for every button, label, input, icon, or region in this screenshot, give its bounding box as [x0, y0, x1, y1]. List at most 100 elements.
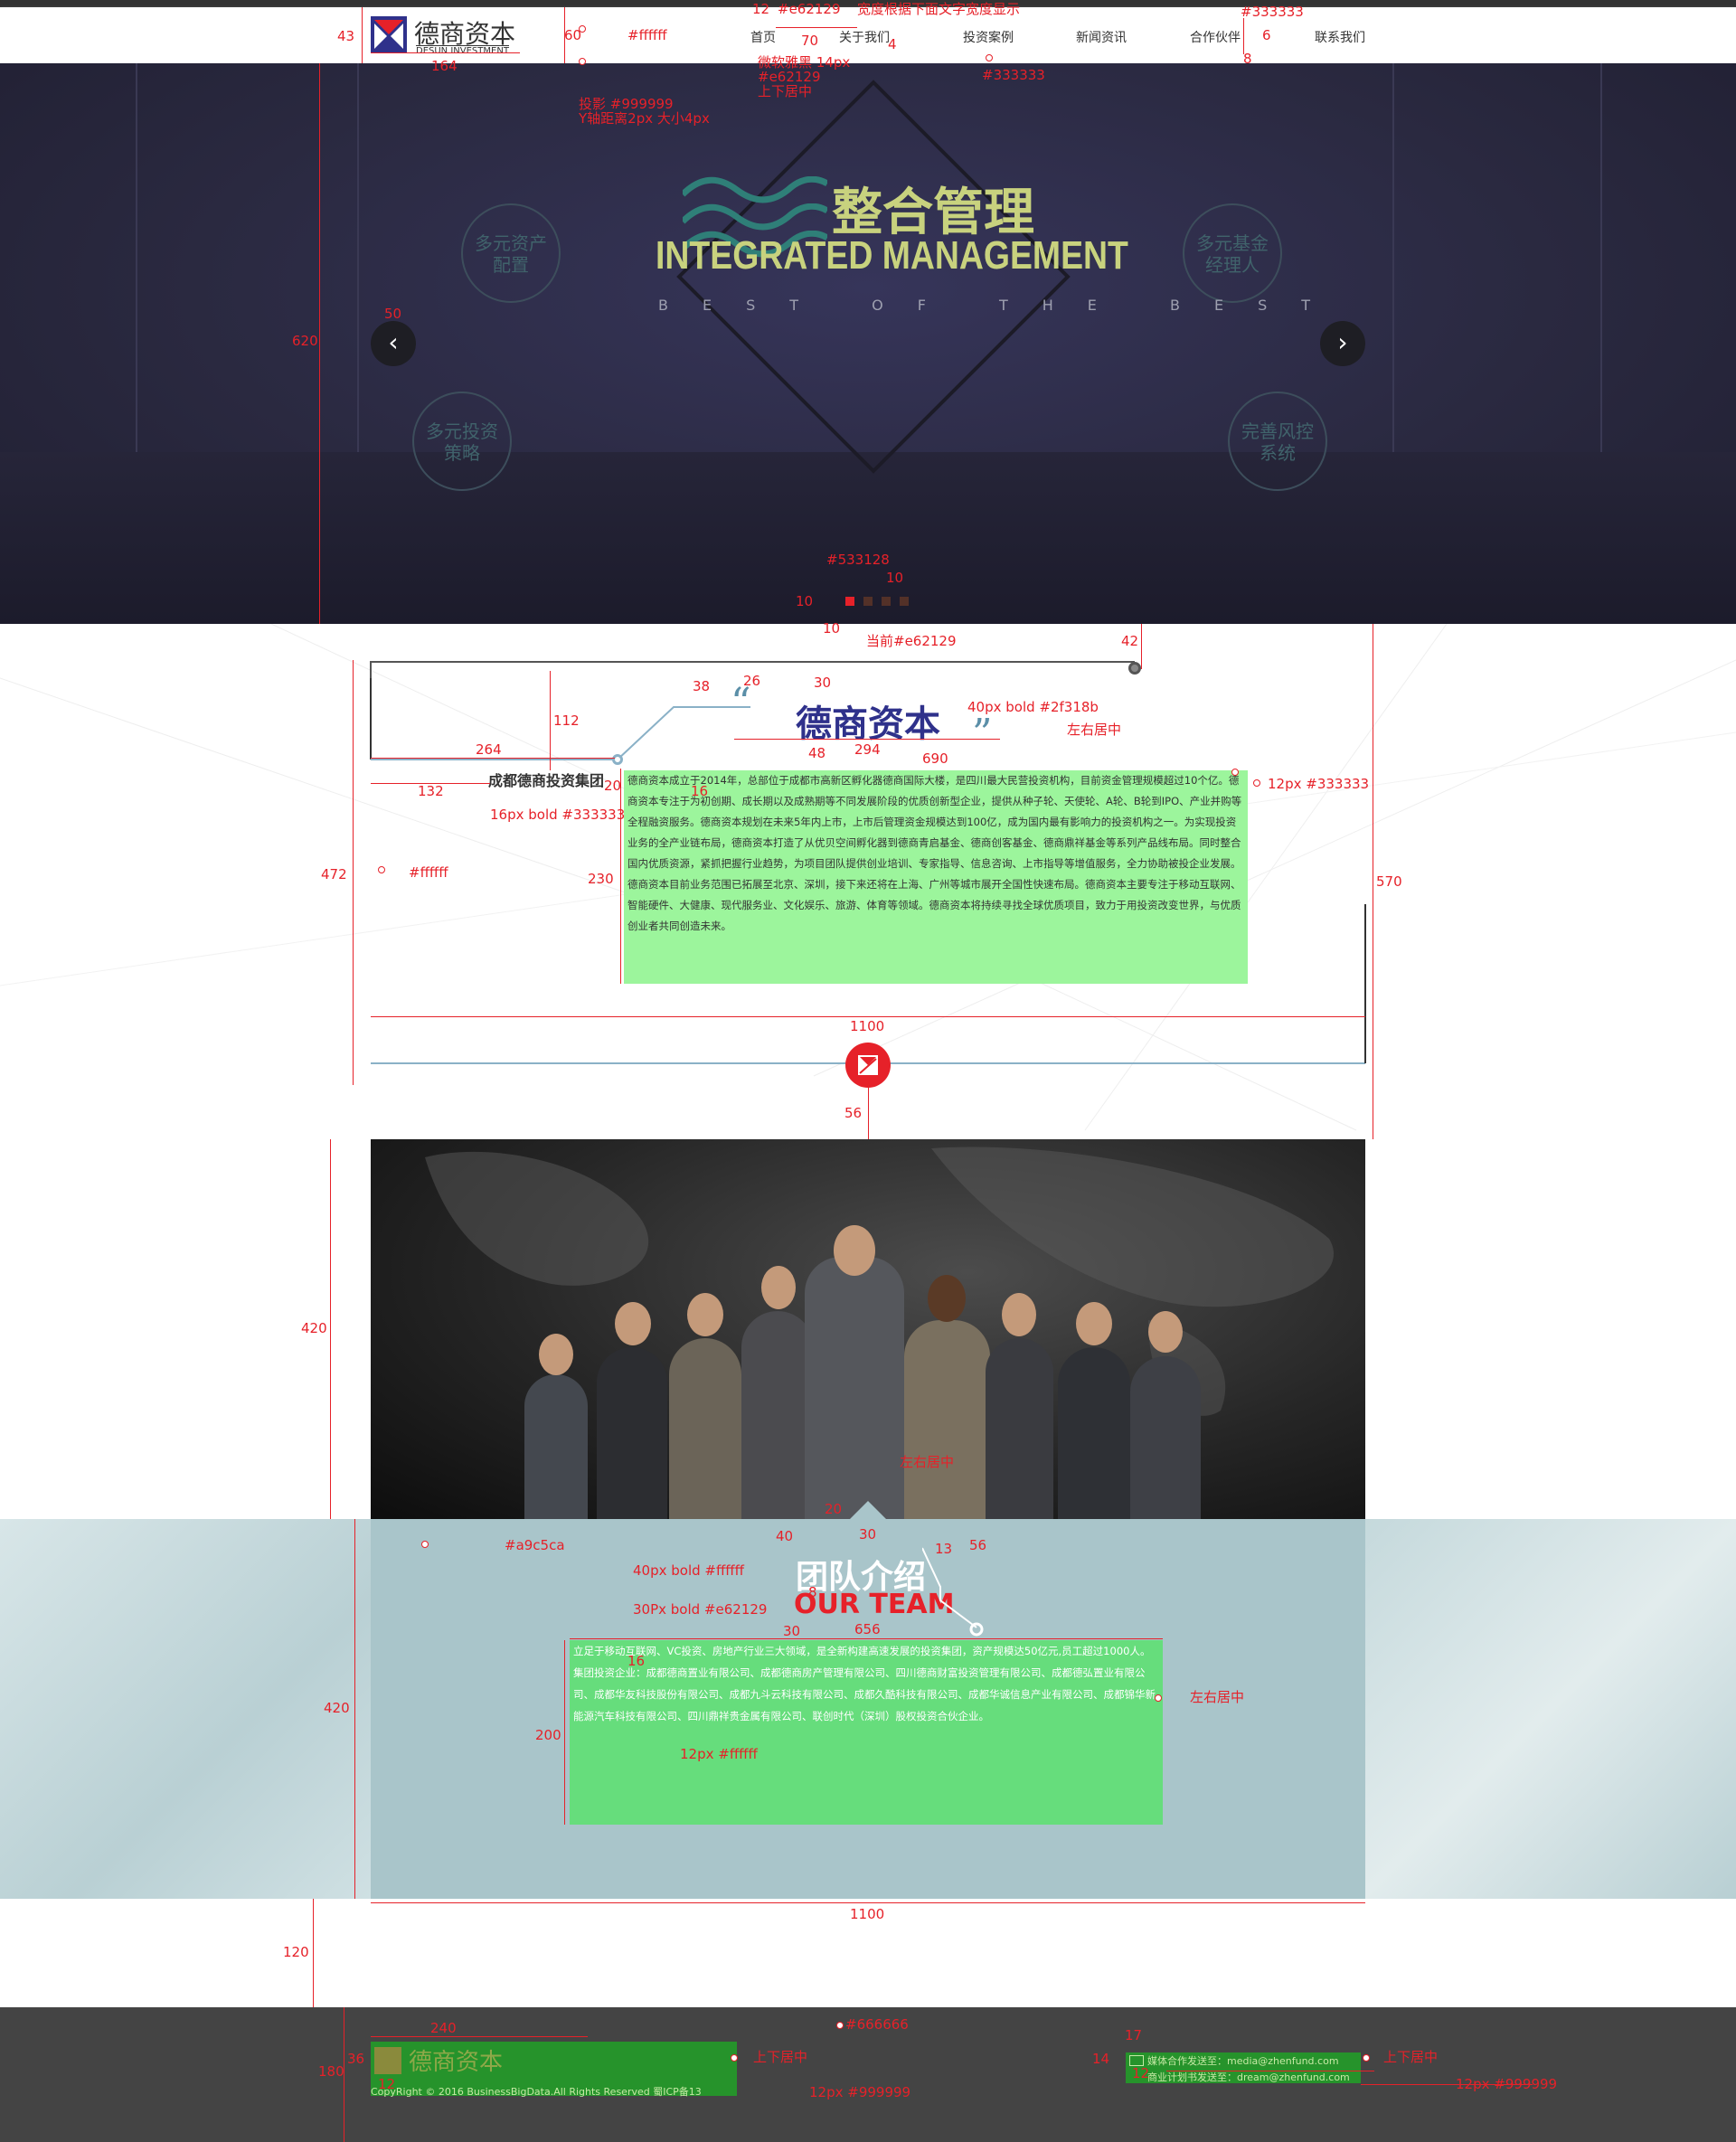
annotation: 1100	[850, 1018, 885, 1034]
annotation: 620	[292, 333, 318, 349]
annotation: 宽度根据下面文字宽度显示	[857, 1, 1021, 17]
carousel-next-button[interactable]: ›	[1320, 321, 1365, 366]
annotation: 左右居中	[1190, 1689, 1245, 1705]
team-member	[904, 1320, 990, 1519]
annotation: #ffffff	[627, 27, 667, 43]
guide-line	[620, 769, 621, 984]
annotation: 43	[337, 28, 355, 44]
team-photo	[371, 1139, 1365, 1519]
close-quote-icon: ”	[972, 711, 993, 757]
annotation: 12px #ffffff	[680, 1746, 758, 1762]
annotation: 17	[1125, 2027, 1143, 2043]
annotation: 180	[318, 2063, 344, 2080]
footer-contact: 媒体合作发送至：media@zhenfund.com 商业计划书发送至：drea…	[1126, 2052, 1361, 2083]
annotation: #ffffff	[409, 864, 448, 881]
guide-line	[1243, 18, 1244, 54]
annotation: 12px #333333	[1268, 776, 1370, 792]
intro-body: 德商资本成立于2014年，总部位于成都市高新区孵化器德商国际大楼，是四川最大民营…	[624, 770, 1248, 984]
annotation: 上下居中	[1383, 2049, 1439, 2065]
annotation: 230	[588, 871, 614, 887]
annotation: 36	[347, 2051, 365, 2067]
annotation: 30	[783, 1623, 801, 1639]
banner-circle: 多元基金 经理人	[1183, 203, 1282, 303]
annotation: 上下居中	[758, 83, 813, 99]
annotation: 132	[418, 783, 444, 799]
nav-partners[interactable]: 合作伙伴	[1190, 28, 1241, 46]
guide-line	[330, 1139, 331, 1519]
team-member-head	[615, 1302, 651, 1345]
annotation: 690	[922, 750, 948, 767]
annotation: 8	[808, 1584, 817, 1600]
nav-cases[interactable]: 投资案例	[963, 28, 1014, 46]
annotation: 40px bold #2f318b	[967, 699, 1099, 715]
guide-line	[570, 1638, 1163, 1639]
annotation: 10	[886, 570, 904, 586]
annotation: 左右居中	[900, 1454, 955, 1470]
carousel-dot[interactable]	[900, 597, 909, 606]
nav-news[interactable]: 新闻资讯	[1076, 28, 1127, 46]
team-member	[1058, 1347, 1130, 1519]
annotation: 16px bold #333333	[490, 807, 626, 823]
team-member-head	[928, 1275, 966, 1322]
nav-about[interactable]: 关于我们	[839, 28, 890, 46]
annotation: 40px bold #ffffff	[633, 1562, 744, 1579]
banner-subtitle: BEST OF THE BEST	[658, 297, 1344, 314]
footer-media-email[interactable]: 媒体合作发送至：media@zhenfund.com	[1147, 2053, 1339, 2068]
footer-copyright: CopyRight © 2016 BusinessBigData.All Rig…	[371, 2086, 702, 2098]
team-member-head	[1002, 1293, 1036, 1336]
banner-title-en: INTEGRATED MANAGEMENT	[656, 233, 1128, 278]
carousel-dot-active[interactable]	[845, 597, 854, 606]
wave-icon	[683, 203, 827, 231]
guide-line	[371, 2036, 588, 2037]
team-member-head	[687, 1293, 723, 1336]
footer-bp-email[interactable]: 商业计划书发送至：dream@zhenfund.com	[1147, 2070, 1350, 2084]
annotation: 294	[854, 741, 881, 758]
guide-point	[421, 1541, 429, 1548]
banner-circle: 多元投资 策略	[412, 392, 512, 491]
annotation: 20	[825, 1501, 843, 1517]
annotation: 48	[808, 745, 826, 761]
annotation: 420	[301, 1320, 327, 1336]
team-member	[805, 1257, 904, 1519]
guide-point	[378, 866, 385, 873]
guide-point	[579, 58, 586, 65]
annotation: 264	[476, 741, 502, 758]
annotation: 14	[1092, 2051, 1110, 2067]
annotation: #a9c5ca	[505, 1537, 565, 1553]
team-member-head	[1076, 1302, 1112, 1345]
nav-contact[interactable]: 联系我们	[1315, 28, 1365, 46]
annotation: 56	[969, 1537, 987, 1553]
annotation: 56	[844, 1105, 863, 1121]
annotation: 472	[321, 866, 347, 882]
team-body: 立足于移动互联网、VC投资、房地产行业三大领域，是全新构建高速发展的投资集团，资…	[570, 1640, 1163, 1825]
annotation: 164	[431, 58, 458, 74]
guide-line	[868, 1088, 869, 1139]
guide-line	[319, 63, 320, 624]
guide-point	[1363, 2054, 1370, 2062]
nav-home[interactable]: 首页	[750, 28, 776, 46]
guide-line	[371, 1902, 1365, 1903]
guide-line	[371, 1016, 1365, 1017]
team-member	[669, 1338, 741, 1519]
carousel-dot[interactable]	[863, 597, 873, 606]
annotation: 20	[604, 778, 622, 794]
guide-line	[550, 671, 551, 770]
annotation: 16	[627, 1653, 646, 1669]
guide-line	[313, 1899, 314, 2007]
annotation: #666666	[845, 2016, 909, 2033]
guide-point	[1155, 1694, 1162, 1702]
annotation: 30	[859, 1526, 877, 1543]
logo[interactable]: 德商资本 DESUN INVESTMENT	[371, 16, 520, 56]
guide-line	[371, 758, 615, 759]
annotation: 570	[1376, 873, 1402, 890]
annotation: #333333	[982, 67, 1045, 83]
banner-circle: 多元资产 配置	[461, 203, 561, 303]
carousel-prev-button[interactable]: ‹	[371, 321, 416, 366]
annotation: Y轴距离2px 大小4px	[579, 110, 710, 127]
carousel-dot[interactable]	[882, 597, 891, 606]
guide-line	[353, 660, 354, 1085]
annotation: 120	[283, 1944, 309, 1960]
annotation: 16	[691, 783, 709, 799]
team-member-head	[761, 1266, 796, 1309]
guide-line	[734, 739, 1000, 740]
